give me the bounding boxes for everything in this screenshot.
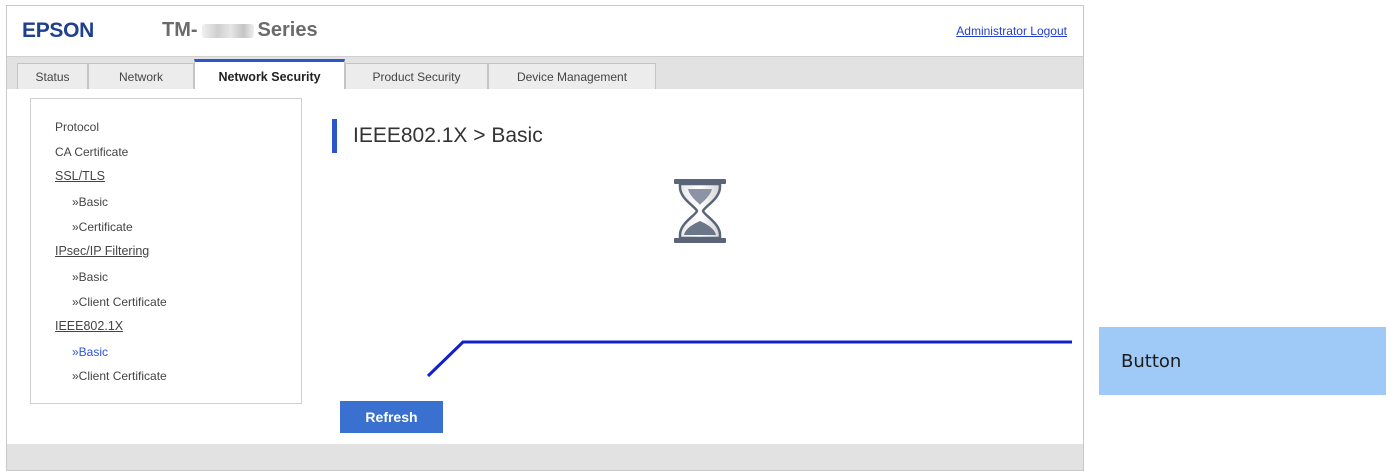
sidebar-item-ieee-basic[interactable]: »Basic (72, 345, 108, 359)
sidebar-item-ssl-certificate[interactable]: »Certificate (72, 220, 133, 234)
sidebar-item-ipsec-client-certificate[interactable]: »Client Certificate (72, 295, 167, 309)
main-content: Protocol CA Certificate SSL/TLS »Basic »… (7, 89, 1083, 444)
tab-bar: Status Network Network Security Product … (7, 56, 1083, 91)
footer-bar (7, 444, 1083, 470)
sidebar: Protocol CA Certificate SSL/TLS »Basic »… (30, 98, 302, 404)
sidebar-item-protocol[interactable]: Protocol (55, 120, 99, 134)
browser-window: EPSON TM- Series Administrator Logout St… (6, 5, 1084, 471)
page-title-area: IEEE802.1X > Basic (332, 119, 543, 153)
model-redacted (201, 23, 254, 38)
tab-device-management[interactable]: Device Management (488, 63, 656, 90)
admin-logout-link[interactable]: Administrator Logout (956, 24, 1067, 38)
sidebar-item-ipsec-basic[interactable]: »Basic (72, 270, 108, 284)
sidebar-item-ieee-client-certificate[interactable]: »Client Certificate (72, 369, 167, 383)
model-prefix: TM- (162, 19, 198, 41)
tab-product-security[interactable]: Product Security (345, 63, 488, 90)
callout-label: Button (1099, 327, 1386, 395)
tab-status[interactable]: Status (17, 63, 88, 90)
page-title: IEEE802.1X > Basic (353, 124, 543, 147)
model-name: TM- Series (162, 19, 318, 42)
tab-network[interactable]: Network (88, 63, 194, 90)
epson-logo: EPSON (22, 19, 95, 42)
title-accent-bar (332, 119, 337, 153)
hourglass-icon (674, 179, 726, 243)
sidebar-item-ca-certificate[interactable]: CA Certificate (55, 145, 128, 159)
refresh-button[interactable]: Refresh (340, 401, 443, 433)
model-suffix: Series (257, 19, 318, 41)
sidebar-group-ieee8021x[interactable]: IEEE802.1X (55, 319, 123, 333)
sidebar-group-ipsec[interactable]: IPsec/IP Filtering (55, 244, 149, 258)
sidebar-item-ssl-basic[interactable]: »Basic (72, 195, 108, 209)
tab-network-security[interactable]: Network Security (194, 59, 345, 91)
sidebar-group-ssl-tls[interactable]: SSL/TLS (55, 169, 105, 183)
header: EPSON TM- Series Administrator Logout (7, 6, 1083, 56)
